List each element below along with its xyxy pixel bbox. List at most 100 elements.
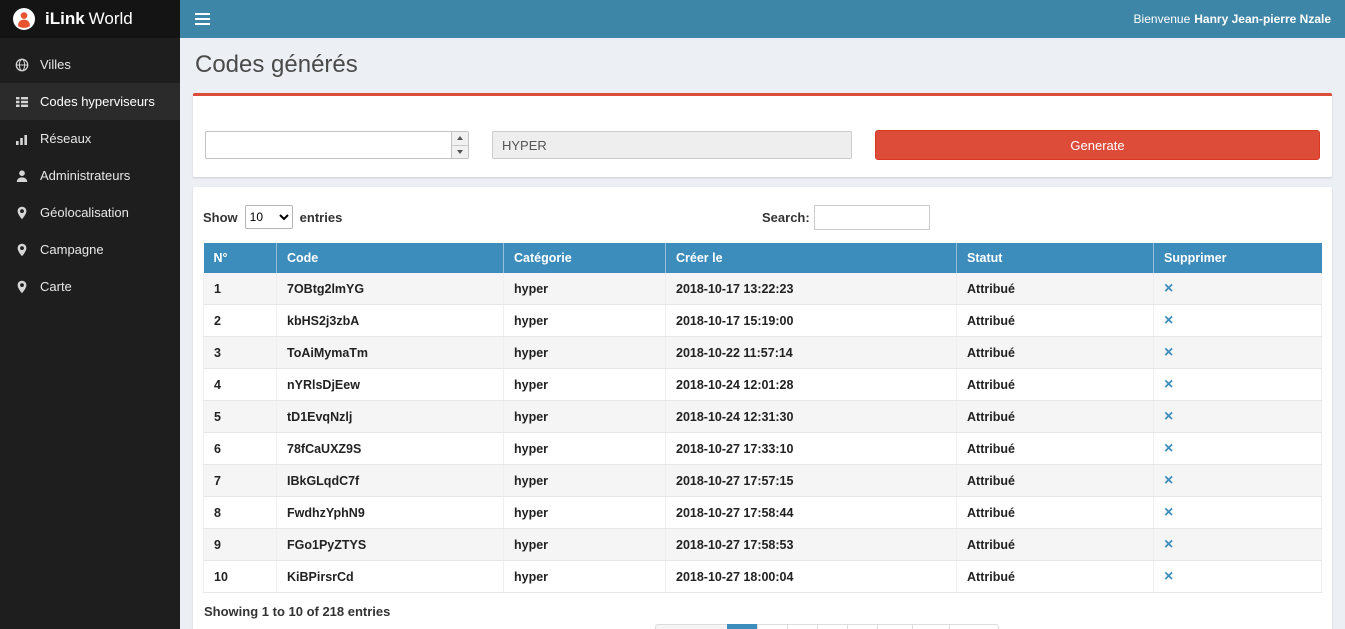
cell-created: 2018-10-27 17:58:44 [666,497,957,529]
cell-status: Attribué [957,305,1154,337]
cell-status: Attribué [957,465,1154,497]
generate-button[interactable]: Generate [875,130,1320,160]
cell-code: kbHS2j3zbA [277,305,504,337]
sidebar-item-codes-hyperviseurs[interactable]: Codes hyperviseurs [0,83,180,120]
page-length-select[interactable]: 10 [245,205,293,229]
user-icon [15,169,30,183]
cell-status: Attribué [957,401,1154,433]
delete-icon[interactable]: × [1164,440,1173,457]
table-row: 9FGo1PyZTYShyper2018-10-27 17:58:53Attri… [204,529,1322,561]
column-header-status[interactable]: Statut [957,243,1154,273]
cell-category: hyper [504,369,666,401]
cell-created: 2018-10-27 18:00:04 [666,561,957,593]
map-marker-icon [15,280,30,294]
delete-icon[interactable]: × [1164,344,1173,361]
cell-num: 10 [204,561,277,593]
delete-icon[interactable]: × [1164,568,1173,585]
delete-icon[interactable]: × [1164,472,1173,489]
column-header-delete[interactable]: Supprimer [1154,243,1322,273]
sidebar-item-label: Géolocalisation [40,205,129,220]
hamburger-icon [195,13,210,15]
cell-delete: × [1154,465,1322,497]
app-logo-icon [12,7,36,31]
app-window: iLinkWorld BienvenueHanry Jean-pierre Nz… [0,0,1345,629]
delete-icon[interactable]: × [1164,376,1173,393]
category-field [492,131,852,159]
sidebar-item-reseaux[interactable]: Réseaux [0,120,180,157]
table-info-text: Showing 1 to 10 of 218 entries [203,593,1322,621]
table-header-row: N° Code Catégorie Créer le Statut Suppri… [204,243,1322,273]
sidebar-item-label: Codes hyperviseurs [40,94,155,109]
cell-delete: × [1154,561,1322,593]
page-button-3[interactable]: 3 [787,624,818,629]
topbar-main: BienvenueHanry Jean-pierre Nzale [180,0,1345,38]
welcome-text: BienvenueHanry Jean-pierre Nzale [1134,12,1345,26]
cell-status: Attribué [957,369,1154,401]
cell-delete: × [1154,305,1322,337]
page-button-previous[interactable]: Previous [655,624,728,629]
search-control: Search: [762,205,930,230]
sidebar-item-administrateurs[interactable]: Administrateurs [0,157,180,194]
delete-icon[interactable]: × [1164,312,1173,329]
table-row: 2kbHS2j3zbAhyper2018-10-17 15:19:00Attri… [204,305,1322,337]
sidebar-item-geolocalisation[interactable]: Géolocalisation [0,194,180,231]
cell-code: FGo1PyZTYS [277,529,504,561]
page-button-2[interactable]: 2 [757,624,788,629]
search-input[interactable] [814,205,930,230]
column-header-created[interactable]: Créer le [666,243,957,273]
sidebar-item-label: Administrateurs [40,168,130,183]
delete-icon[interactable]: × [1164,504,1173,521]
sidebar-item-campagne[interactable]: Campagne [0,231,180,268]
cell-category: hyper [504,561,666,593]
table-row: 7IBkGLqdC7fhyper2018-10-27 17:57:15Attri… [204,465,1322,497]
cell-category: hyper [504,529,666,561]
search-label: Search: [762,210,810,225]
cell-delete: × [1154,401,1322,433]
cell-delete: × [1154,529,1322,561]
stepper-up-button[interactable] [452,132,468,146]
sidebar-item-label: Carte [40,279,72,294]
cell-status: Attribué [957,337,1154,369]
cell-status: Attribué [957,433,1154,465]
delete-icon[interactable]: × [1164,408,1173,425]
cell-created: 2018-10-24 12:01:28 [666,369,957,401]
page-button-ellipsis[interactable]: … [877,624,914,629]
column-header-category[interactable]: Catégorie [504,243,666,273]
topbar: iLinkWorld BienvenueHanry Jean-pierre Nz… [0,0,1345,38]
cell-code: tD1EvqNzlj [277,401,504,433]
codes-table: N° Code Catégorie Créer le Statut Suppri… [203,243,1322,593]
sidebar-item-villes[interactable]: Villes [0,46,180,83]
cell-category: hyper [504,337,666,369]
cell-num: 4 [204,369,277,401]
cell-status: Attribué [957,273,1154,305]
list-icon [15,95,30,109]
signal-icon [15,132,30,146]
sidebar-toggle-button[interactable] [180,0,224,38]
cell-category: hyper [504,273,666,305]
page-button-5[interactable]: 5 [847,624,878,629]
user-name: Hanry Jean-pierre Nzale [1194,12,1331,26]
column-header-num[interactable]: N° [204,243,277,273]
cell-created: 2018-10-24 12:31:30 [666,401,957,433]
cell-code: IBkGLqdC7f [277,465,504,497]
table-row: 4nYRlsDjEewhyper2018-10-24 12:01:28Attri… [204,369,1322,401]
page-button-22[interactable]: 22 [912,624,950,629]
cell-delete: × [1154,497,1322,529]
page-button-4[interactable]: 4 [817,624,848,629]
table-row: 678fCaUXZ9Shyper2018-10-27 17:33:10Attri… [204,433,1322,465]
chevron-up-icon [457,136,463,140]
cell-created: 2018-10-22 11:57:14 [666,337,957,369]
column-header-code[interactable]: Code [277,243,504,273]
map-marker-icon [15,206,30,220]
delete-icon[interactable]: × [1164,536,1173,553]
quantity-input[interactable] [206,132,451,158]
cell-num: 5 [204,401,277,433]
cell-num: 7 [204,465,277,497]
brand-logo[interactable]: iLinkWorld [0,0,180,38]
page-button-next[interactable]: Next [949,624,999,629]
delete-icon[interactable]: × [1164,280,1173,297]
stepper-down-button[interactable] [452,146,468,159]
page-button-1[interactable]: 1 [727,624,758,629]
cell-num: 9 [204,529,277,561]
sidebar-item-carte[interactable]: Carte [0,268,180,305]
